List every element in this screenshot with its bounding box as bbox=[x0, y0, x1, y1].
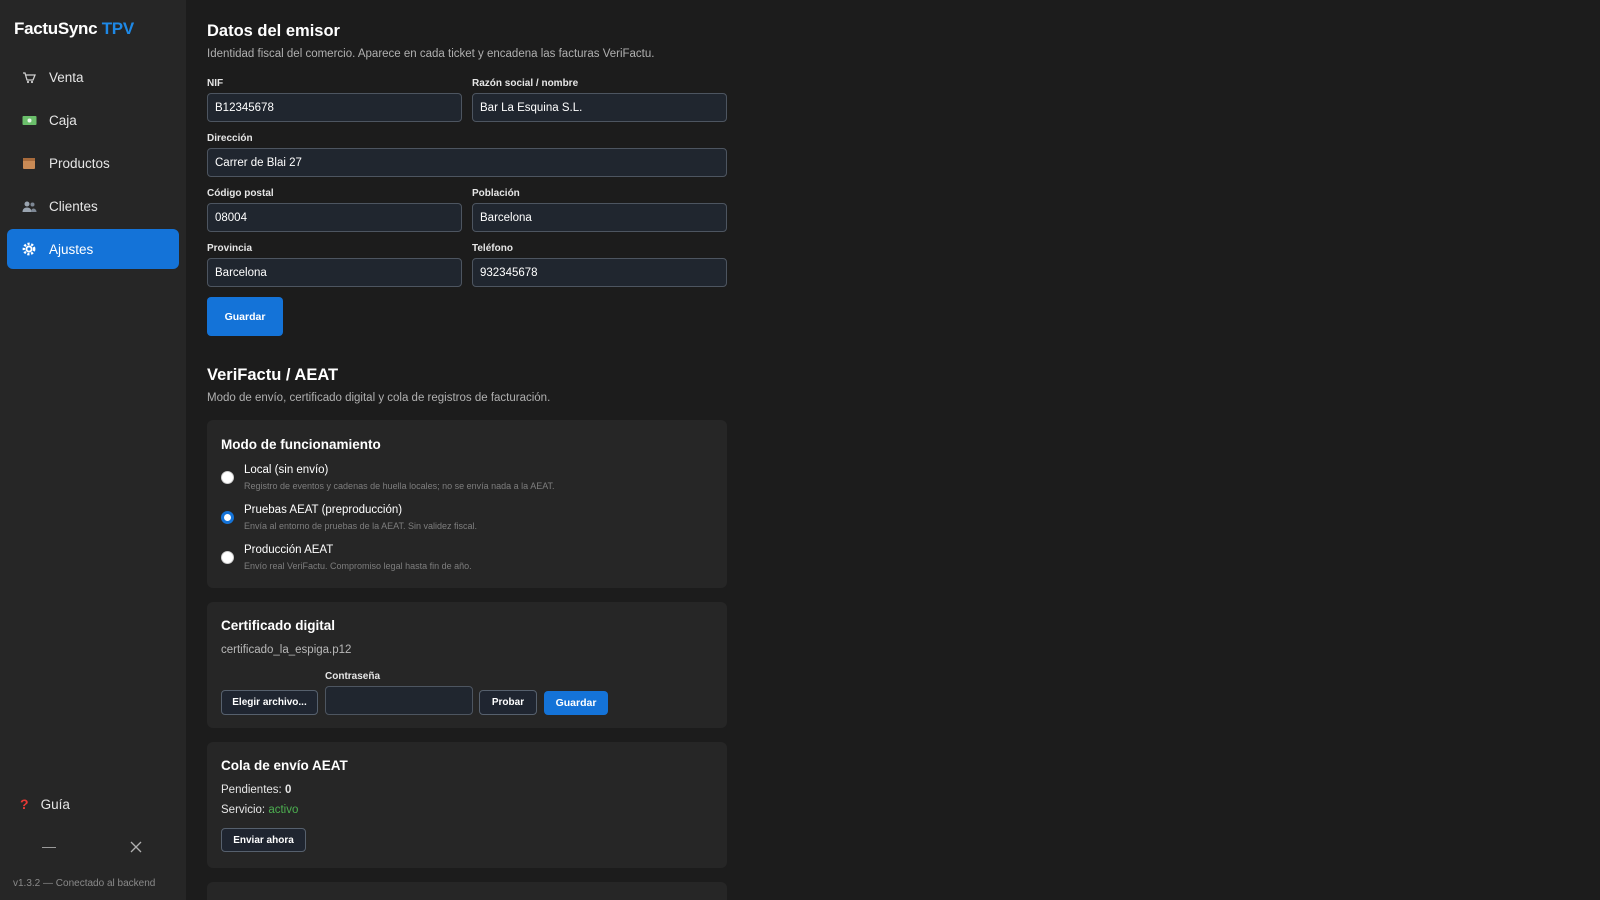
issuer-title: Datos del emisor bbox=[207, 22, 340, 40]
sidebar-item-venta[interactable]: Venta bbox=[7, 57, 179, 97]
radio-local[interactable] bbox=[221, 471, 234, 484]
sidebar-item-caja[interactable]: Caja bbox=[7, 100, 179, 140]
pending-count: Pendientes: 0 bbox=[221, 784, 291, 796]
radio-produccion-desc: Envío real VeriFactu. Compromiso legal h… bbox=[244, 561, 472, 571]
sidebar-item-ajustes[interactable]: Ajustes bbox=[7, 229, 179, 269]
users-icon bbox=[21, 198, 37, 214]
queue-card: Cola de envío AEAT Pendientes: 0 Servici… bbox=[207, 742, 727, 868]
razon-social-label: Razón social / nombre bbox=[472, 78, 579, 89]
certificate-card: Certificado digital certificado_la_espig… bbox=[207, 602, 727, 728]
save-certificate-button[interactable]: Guardar bbox=[544, 691, 608, 715]
send-now-button[interactable]: Enviar ahora bbox=[221, 828, 306, 852]
nif-field[interactable] bbox=[207, 93, 462, 122]
radio-pruebas-desc: Envía al entorno de pruebas de la AEAT. … bbox=[244, 521, 477, 531]
direccion-label: Dirección bbox=[207, 133, 253, 144]
question-icon: ? bbox=[20, 796, 29, 812]
sidebar-item-productos[interactable]: Productos bbox=[7, 143, 179, 183]
service-status: Servicio: activo bbox=[221, 804, 298, 816]
cart-icon bbox=[21, 69, 37, 85]
certificate-card-title: Certificado digital bbox=[221, 618, 336, 633]
codigo-postal-field[interactable] bbox=[207, 203, 462, 232]
provincia-field[interactable] bbox=[207, 258, 462, 287]
radio-local-label: Local (sin envío) bbox=[244, 464, 329, 476]
sidebar-item-label: Clientes bbox=[49, 198, 98, 214]
telefono-label: Teléfono bbox=[472, 243, 513, 254]
sidebar-item-clientes[interactable]: Clientes bbox=[7, 186, 179, 226]
certificate-filename: certificado_la_espiga.p12 bbox=[221, 644, 352, 656]
service-label: Servicio: bbox=[221, 804, 266, 816]
sidebar-item-label: Ajustes bbox=[49, 241, 94, 257]
direccion-field[interactable] bbox=[207, 148, 727, 177]
gear-icon bbox=[21, 241, 37, 257]
mode-card: Modo de funcionamiento Local (sin envío)… bbox=[207, 420, 727, 588]
password-field[interactable] bbox=[325, 686, 473, 715]
verifactu-title: VeriFactu / AEAT bbox=[207, 366, 339, 384]
issuer-subtitle: Identidad fiscal del comercio. Aparece e… bbox=[207, 48, 655, 60]
next-card bbox=[207, 882, 727, 900]
choose-file-button[interactable]: Elegir archivo... bbox=[221, 690, 318, 715]
password-label: Contraseña bbox=[325, 671, 381, 682]
save-issuer-button[interactable]: Guardar bbox=[207, 297, 283, 336]
radio-pruebas-label: Pruebas AEAT (preproducción) bbox=[244, 504, 403, 516]
pending-value: 0 bbox=[284, 784, 292, 796]
sidebar: FactuSync TPV Venta Caja Productos Clien… bbox=[0, 0, 186, 900]
mode-card-title: Modo de funcionamiento bbox=[221, 437, 381, 452]
app-name-accent: TPV bbox=[101, 19, 134, 38]
sidebar-item-guia[interactable]: ? Guía bbox=[20, 796, 70, 812]
close-icon[interactable] bbox=[129, 840, 143, 854]
poblacion-field[interactable] bbox=[472, 203, 727, 232]
radio-pruebas[interactable] bbox=[221, 511, 234, 524]
poblacion-label: Población bbox=[472, 188, 520, 199]
telefono-field[interactable] bbox=[472, 258, 727, 287]
radio-local-desc: Registro de eventos y cadenas de huella … bbox=[244, 481, 555, 491]
sidebar-item-label: Caja bbox=[49, 112, 77, 128]
sidebar-item-label: Venta bbox=[49, 69, 84, 85]
service-value: activo bbox=[268, 804, 299, 816]
app-name: FactuSync bbox=[14, 19, 98, 38]
provincia-label: Provincia bbox=[207, 243, 253, 254]
radio-produccion[interactable] bbox=[221, 551, 234, 564]
box-icon bbox=[21, 155, 37, 171]
sidebar-item-label: Guía bbox=[40, 796, 70, 812]
cash-icon bbox=[21, 112, 37, 128]
minimize-icon[interactable] bbox=[42, 847, 56, 848]
version-status: v1.3.2 — Conectado al backend bbox=[13, 878, 156, 889]
razon-social-field[interactable] bbox=[472, 93, 727, 122]
test-certificate-button[interactable]: Probar bbox=[479, 690, 537, 715]
nif-label: NIF bbox=[207, 78, 224, 89]
codigo-postal-label: Código postal bbox=[207, 188, 274, 199]
sidebar-item-label: Productos bbox=[49, 155, 110, 171]
pending-label: Pendientes: bbox=[221, 784, 282, 796]
app-logo: FactuSync TPV bbox=[14, 19, 134, 39]
queue-card-title: Cola de envío AEAT bbox=[221, 758, 348, 773]
verifactu-subtitle: Modo de envío, certificado digital y col… bbox=[207, 392, 551, 404]
radio-produccion-label: Producción AEAT bbox=[244, 544, 334, 556]
